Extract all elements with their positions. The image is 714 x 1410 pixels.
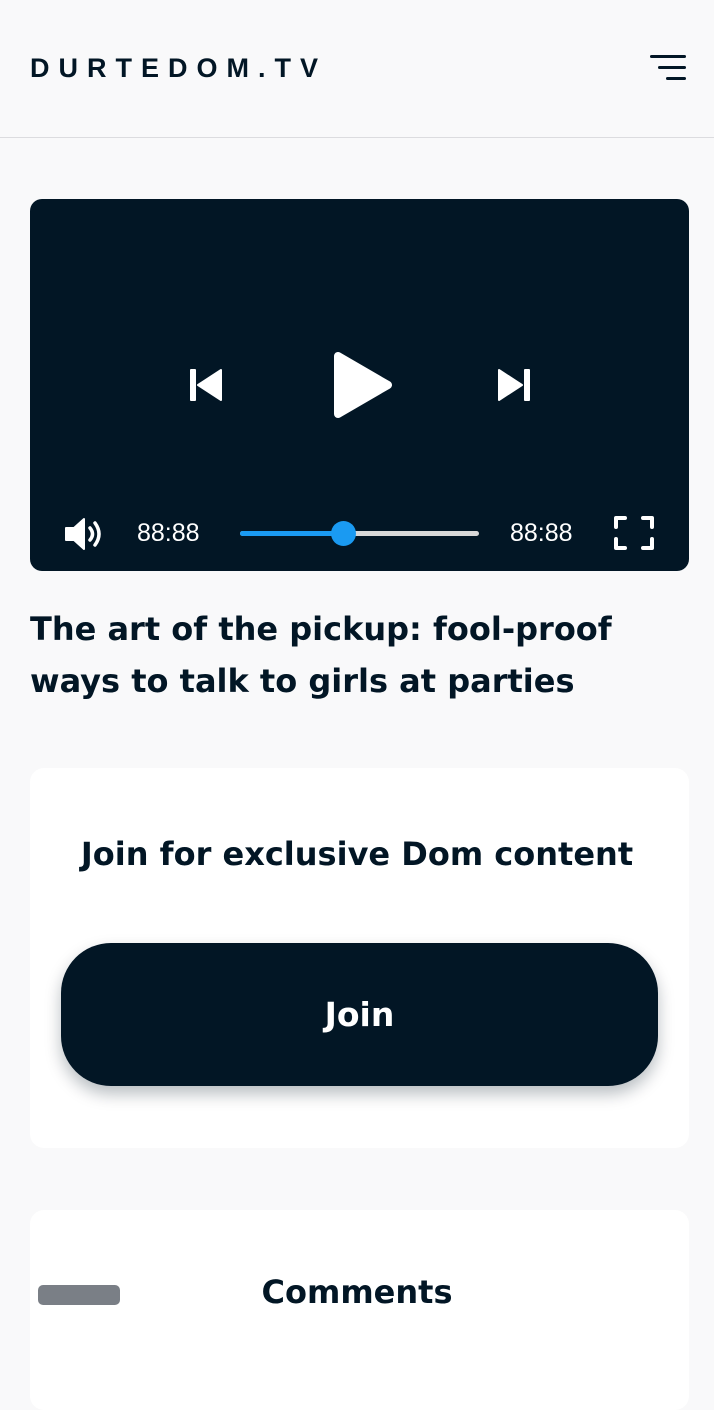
- video-title: The art of the pickup: fool-proof ways t…: [30, 610, 612, 700]
- current-time: 88:88: [137, 519, 200, 547]
- play-icon[interactable]: [326, 348, 396, 422]
- duration-time: 88:88: [510, 519, 573, 547]
- progress-fill: [240, 531, 343, 536]
- skip-next-icon[interactable]: [494, 366, 534, 404]
- progress-thumb[interactable]: [330, 521, 356, 546]
- skip-previous-icon[interactable]: [186, 366, 226, 404]
- site-logo[interactable]: DURTEDOM.TV: [30, 52, 327, 84]
- fullscreen-icon[interactable]: [613, 515, 655, 551]
- progress-slider[interactable]: [240, 521, 479, 546]
- volume-icon[interactable]: [64, 516, 104, 552]
- top-header: DURTEDOM.TV: [0, 0, 714, 138]
- join-heading: Join for exclusive Dom content: [80, 835, 634, 873]
- join-button[interactable]: Join: [61, 943, 658, 1086]
- comment-avatar: [38, 1285, 120, 1305]
- menu-icon[interactable]: [646, 50, 690, 86]
